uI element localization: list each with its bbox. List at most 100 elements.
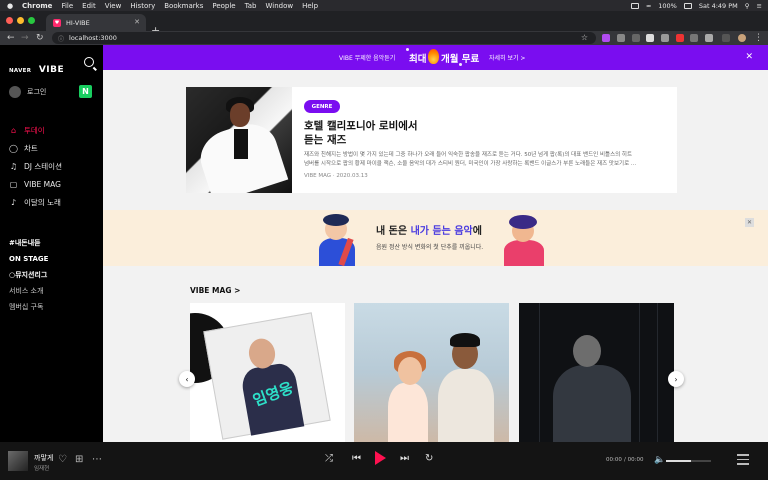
sidebar-item-vibe-mag[interactable]: ▢ VIBE MAG: [9, 175, 99, 193]
campaign-title-part: 에: [472, 226, 482, 237]
browser-tab[interactable]: ♥ HI-VIBE ✕: [46, 14, 146, 31]
illustration-person: [313, 212, 361, 267]
battery-icon[interactable]: [683, 2, 692, 9]
heart-icon[interactable]: ♡: [58, 454, 67, 466]
featured-article[interactable]: GENRE 호텔 캘리포니아 로비에서 듣는 재즈 재즈와 친해지는 방법이 몇…: [186, 87, 677, 193]
menu-view[interactable]: View: [105, 2, 122, 10]
illustration-part: [504, 240, 544, 266]
vibe-favicon-icon: ♥: [53, 18, 61, 27]
sidebar-link-membership[interactable]: 멤버십 구독: [9, 299, 99, 315]
mag-card[interactable]: 임영웅: [190, 303, 345, 442]
menu-chrome[interactable]: Chrome: [22, 2, 52, 10]
profile-avatar[interactable]: [738, 34, 746, 42]
track-artist[interactable]: 임재현: [34, 464, 49, 472]
minimize-window-button[interactable]: [17, 17, 24, 24]
extension-icon[interactable]: [646, 34, 654, 42]
close-icon[interactable]: ✕: [745, 218, 754, 227]
sidebar: NAVER VIBE 로그인 N ⌂ 투데이 ◯ 차트 ♫ DJ 스테이션 ▢: [0, 45, 103, 442]
sidebar-link-onstage[interactable]: ON STAGE: [9, 251, 99, 267]
zoom-window-button[interactable]: [28, 17, 35, 24]
menu-history[interactable]: History: [130, 2, 155, 10]
photo-part: [398, 357, 422, 385]
menu-window[interactable]: Window: [265, 2, 293, 10]
mag-card[interactable]: [519, 303, 674, 442]
promo-more-link[interactable]: 자세히 보기 >: [489, 53, 525, 62]
extension-icon[interactable]: [602, 34, 610, 42]
address-bar[interactable]: ⓘ localhost:3000 ☆: [52, 32, 596, 44]
close-tab-icon[interactable]: ✕: [134, 18, 140, 26]
illustration-part: [323, 214, 349, 226]
vibe-mag-section-title[interactable]: VIBE MAG >: [190, 286, 240, 295]
player-bar: 까맣게 임재현 ♡ ⊞ ⋯ ⤮ ⏮ ⏭ ↻ 00:00 / 00:00 🔈: [0, 442, 768, 480]
wifi-icon[interactable]: ≈: [646, 2, 651, 10]
bookmark-star-icon[interactable]: ☆: [581, 33, 588, 42]
volume-icon[interactable]: 🔈: [654, 454, 665, 466]
forward-icon[interactable]: →: [21, 32, 29, 44]
close-window-button[interactable]: [6, 17, 13, 24]
track-title[interactable]: 까맣게: [34, 453, 53, 463]
sidebar-item-label: 차트: [24, 143, 38, 153]
shuffle-icon[interactable]: ⤮: [325, 452, 333, 466]
photo-part: [553, 365, 631, 442]
photo-part: [639, 303, 640, 442]
menu-bookmarks[interactable]: Bookmarks: [164, 2, 203, 10]
more-icon[interactable]: ⋯: [92, 454, 102, 466]
sidebar-item-chart[interactable]: ◯ 차트: [9, 139, 99, 157]
login-row[interactable]: 로그인 N: [9, 85, 93, 99]
next-icon[interactable]: ⏭: [400, 452, 409, 466]
sidebar-link-service[interactable]: 서비스 소개: [9, 283, 99, 299]
music-note-icon: ♪: [10, 197, 17, 207]
add-to-playlist-icon[interactable]: ⊞: [75, 454, 83, 466]
clock[interactable]: Sat 4:49 PM: [699, 2, 738, 10]
login-link[interactable]: 로그인: [27, 87, 46, 97]
sidebar-link-musician-league[interactable]: ○ 뮤지션리그: [9, 267, 99, 283]
sidebar-link-my-fund[interactable]: #내돈내듣: [9, 235, 99, 251]
vibe-logo[interactable]: NAVER VIBE: [9, 57, 64, 76]
previous-icon[interactable]: ⏮: [352, 452, 361, 466]
sidebar-item-dj-station[interactable]: ♫ DJ 스테이션: [9, 157, 99, 175]
back-icon[interactable]: ←: [7, 32, 15, 44]
article-title[interactable]: 호텔 캘리포니아 로비에서 듣는 재즈: [304, 119, 644, 147]
article-image-part: [230, 103, 250, 127]
search-icon[interactable]: [84, 57, 94, 67]
sidebar-item-today[interactable]: ⌂ 투데이: [9, 121, 99, 139]
control-center-icon[interactable]: ≡: [757, 2, 762, 10]
close-icon[interactable]: ✕: [745, 52, 753, 62]
sidebar-item-monthly-song[interactable]: ♪ 이달의 노래: [9, 193, 99, 211]
playlist-icon[interactable]: [737, 454, 749, 466]
spotlight-icon[interactable]: ⚲: [745, 2, 750, 10]
sidebar-extra: #내돈내듣 ON STAGE ○ 뮤지션리그 서비스 소개 멤버십 구독: [9, 235, 99, 315]
photo-part: [388, 383, 428, 442]
site-info-icon[interactable]: ⓘ: [58, 34, 64, 43]
menu-people[interactable]: People: [212, 2, 235, 10]
extension-icon[interactable]: [661, 34, 669, 42]
extension-icon[interactable]: [676, 34, 684, 42]
extension-icon[interactable]: [722, 34, 730, 42]
menu-edit[interactable]: Edit: [82, 2, 96, 10]
magazine-icon: ▢: [9, 179, 18, 189]
menu-help[interactable]: Help: [302, 2, 318, 10]
mag-card[interactable]: [354, 303, 509, 442]
apple-icon[interactable]: ●: [6, 2, 14, 10]
repeat-icon[interactable]: ↻: [425, 452, 433, 466]
volume-slider[interactable]: [666, 460, 711, 462]
display-icon[interactable]: [630, 2, 639, 9]
article-image[interactable]: [186, 87, 292, 193]
extension-icon[interactable]: [632, 34, 640, 42]
extension-icon[interactable]: [690, 34, 698, 42]
play-button[interactable]: [375, 451, 386, 465]
menu-file[interactable]: File: [61, 2, 73, 10]
extension-icon[interactable]: [617, 34, 625, 42]
naver-login-button[interactable]: N: [79, 85, 92, 98]
browser-toolbar: ← → ↻ ⓘ localhost:3000 ☆ ⋮: [0, 31, 768, 45]
extension-icon[interactable]: [705, 34, 713, 42]
track-thumbnail[interactable]: [8, 451, 28, 471]
more-menu-icon[interactable]: ⋮: [754, 32, 763, 44]
reload-icon[interactable]: ↻: [36, 32, 44, 44]
genre-badge[interactable]: GENRE: [304, 100, 340, 113]
campaign-banner[interactable]: 내 돈은 내가 듣는 음악에 음원 정산 방식 변화의 첫 단추를 끼웁니다. …: [103, 210, 768, 267]
menu-tab[interactable]: Tab: [245, 2, 257, 10]
promo-banner[interactable]: VIBE 무제한 음악듣기 최대 개월 무료 자세히 보기 > ✕: [103, 45, 768, 70]
carousel-next-button[interactable]: ›: [668, 371, 684, 387]
carousel-prev-button[interactable]: ‹: [179, 371, 195, 387]
